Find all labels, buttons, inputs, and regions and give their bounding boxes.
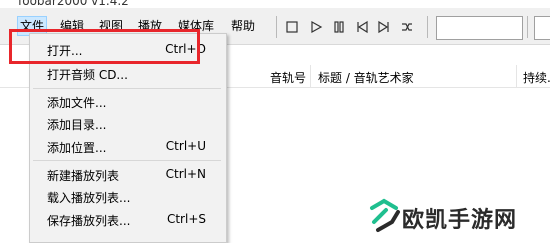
toolbar-separator	[276, 16, 277, 38]
menu-item-add-folder[interactable]: 添加目录...	[30, 114, 226, 134]
menu-item-label: 打开音频 CD...	[47, 68, 128, 82]
menu-separator	[33, 88, 221, 89]
volume-bar[interactable]	[534, 16, 550, 40]
menu-item-shortcut: Ctrl+N	[165, 167, 206, 181]
column-separator[interactable]	[310, 65, 311, 87]
menu-item-label: 保存播放列表...	[47, 214, 131, 228]
menu-item-label: 添加文件...	[47, 96, 107, 110]
menu-separator	[33, 160, 221, 161]
play-icon[interactable]	[308, 19, 324, 35]
menu-item-add-location[interactable]: 添加位置... Ctrl+U	[30, 137, 226, 157]
toolbar-separator	[527, 16, 528, 38]
column-title-artist[interactable]: 标题 / 音轨艺术家	[318, 69, 414, 86]
watermark: 欧凯手游网	[360, 192, 550, 241]
menu-item-add-files[interactable]: 添加文件...	[30, 92, 226, 112]
title-bar: foobar2000 v1.4.2	[0, 0, 550, 8]
toolbar-separator	[427, 16, 428, 38]
file-menu-dropdown: 打开... Ctrl+O 打开音频 CD... 添加文件... 添加目录... …	[29, 33, 227, 243]
menu-help[interactable]: 帮助	[229, 17, 257, 35]
annotation-highlight-box	[9, 29, 200, 64]
menu-item-shortcut: Ctrl+U	[165, 139, 206, 153]
random-icon[interactable]	[399, 19, 415, 35]
column-track-number[interactable]: 音轨号	[270, 69, 306, 86]
menu-item-label: 载入播放列表...	[47, 191, 131, 205]
window-title: foobar2000 v1.4.2	[18, 0, 129, 8]
column-separator[interactable]	[516, 65, 517, 87]
menu-item-label: 添加位置...	[47, 141, 107, 155]
watermark-text: 欧凯手游网	[402, 208, 518, 233]
seek-bar[interactable]	[436, 16, 523, 40]
menu-item-open-audio-cd[interactable]: 打开音频 CD...	[30, 64, 226, 84]
menu-item-load-playlist[interactable]: 载入播放列表...	[30, 187, 226, 207]
previous-icon[interactable]	[354, 19, 370, 35]
menu-item-label: 添加目录...	[47, 118, 107, 132]
column-duration[interactable]: 持续...	[523, 69, 550, 86]
next-icon[interactable]	[376, 19, 392, 35]
menu-item-save-playlist[interactable]: 保存播放列表... Ctrl+S	[30, 210, 226, 230]
pause-icon[interactable]	[331, 19, 347, 35]
menu-item-shortcut: Ctrl+S	[166, 212, 206, 226]
stop-icon[interactable]	[284, 19, 300, 35]
menu-item-new-playlist[interactable]: 新建播放列表 Ctrl+N	[30, 165, 226, 185]
menu-item-label: 新建播放列表	[47, 169, 120, 183]
watermark-logo-icon	[370, 198, 400, 232]
